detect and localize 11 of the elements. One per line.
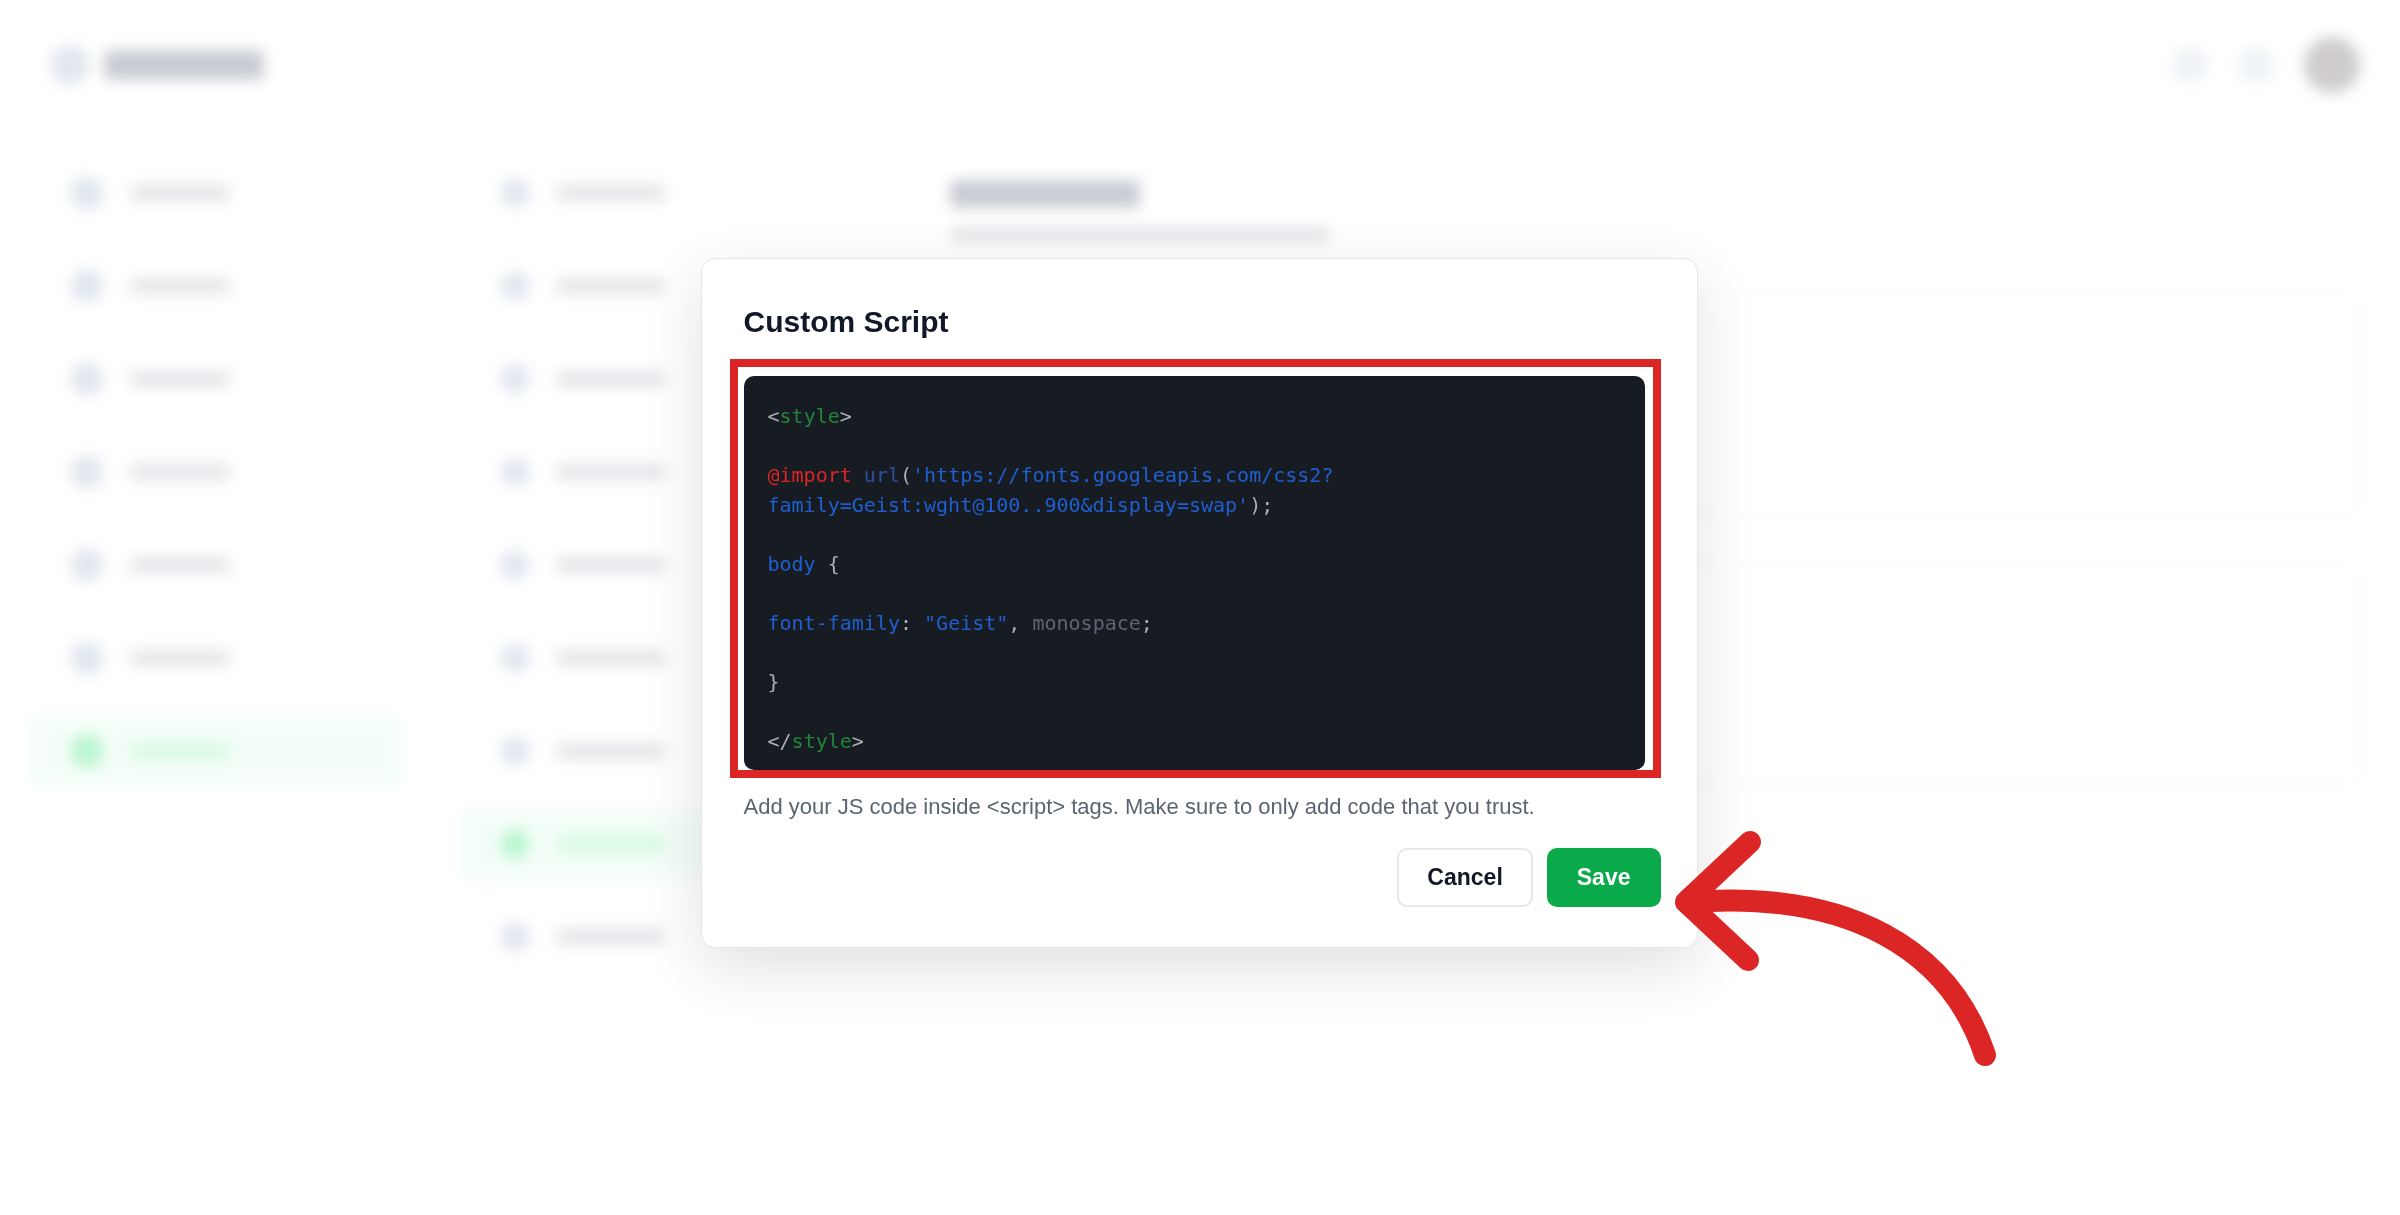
code-line: family=Geist:wght@100..900&display=swap');	[767, 491, 1275, 519]
dialog-title: Custom Script	[743, 305, 950, 339]
code-line: body {	[767, 550, 841, 578]
code-line: font-family: "Geist", monospace;	[767, 609, 1154, 637]
code-line: @import url('https://fonts.googleapis.com/css2?	[767, 462, 1335, 489]
help-text: Add your JS code inside <script> tags. Make sure to only add code that you trust.	[743, 794, 1536, 820]
cancel-button[interactable]: Cancel	[1397, 848, 1533, 907]
code-line: }	[767, 668, 781, 696]
code-line: </style>	[767, 727, 865, 755]
code-editor[interactable]: <style> @import url('https://fonts.googleapis.com/css2? family=Geist:wght@100..900&display=swap'); body { font-family: "Geist", monospace; } </style>	[743, 376, 1645, 770]
code-line: <style>	[767, 403, 853, 430]
